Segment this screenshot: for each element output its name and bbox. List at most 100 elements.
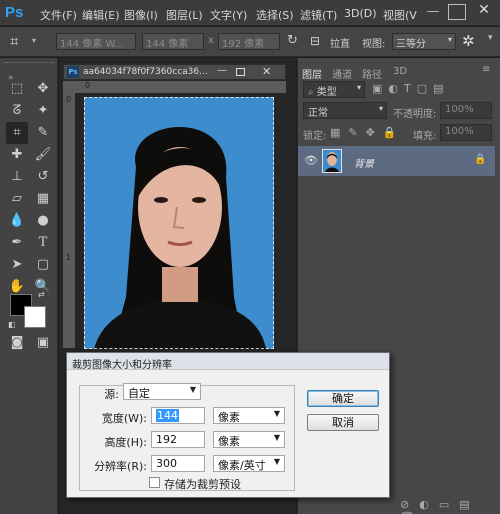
width-label: 宽度(W): <box>101 412 147 425</box>
crop-height-input[interactable]: 192 像素 <box>218 33 280 50</box>
crop-tool-icon[interactable]: ⌗ <box>10 32 18 50</box>
chevron-down-icon: ▼ <box>273 409 280 418</box>
dialog-title: 裁剪图像大小和分辨率 <box>67 353 389 371</box>
screen-mode-icon[interactable]: ▣ <box>32 332 54 354</box>
layer-name: 背景 <box>354 159 374 170</box>
straighten-icon[interactable]: ⊟ <box>310 34 320 48</box>
type-tool-icon[interactable]: T <box>32 232 54 254</box>
panel-menu-icon[interactable]: ≡ <box>482 64 490 75</box>
default-colors-icon[interactable]: ◧ <box>8 320 16 329</box>
dimension-separator: x <box>208 35 214 46</box>
fill-input[interactable]: 100% <box>440 124 492 141</box>
doc-minimize-icon[interactable]: — <box>217 65 227 76</box>
view-overlay-select[interactable]: 三等分 ▾ <box>392 33 456 50</box>
crop-size-resolution-dialog: 裁剪图像大小和分辨率 源: 自定 ▼ 宽度(W): 144 像素 ▼ 高度(H)… <box>66 352 390 498</box>
menu-layer[interactable]: 图层(L) <box>166 7 203 23</box>
eraser-tool-icon[interactable]: ▱ <box>6 188 28 210</box>
straighten-label[interactable]: 拉直 <box>330 35 350 50</box>
quick-mask-icon[interactable]: ◙ <box>6 332 28 354</box>
tab-paths[interactable]: 路径 <box>362 66 382 81</box>
menu-type[interactable]: 文字(Y) <box>210 7 247 23</box>
document-title: aa64034f78f0f7360cca36... <box>83 67 208 77</box>
brush-tool-icon[interactable]: 🖌 <box>32 144 54 166</box>
chevron-down-icon[interactable]: ▾ <box>488 33 493 43</box>
doc-maximize-icon[interactable] <box>236 68 245 76</box>
ps-document-icon: Ps <box>67 66 79 78</box>
close-icon[interactable]: ✕ <box>474 2 494 20</box>
path-selection-tool-icon[interactable]: ➤ <box>6 254 28 276</box>
clone-stamp-tool-icon[interactable]: ⊥ <box>6 166 28 188</box>
chevron-down-icon[interactable]: ▾ <box>32 36 36 45</box>
menu-edit[interactable]: 编辑(E) <box>82 7 120 23</box>
document-tab[interactable]: Ps aa64034f78f0f7360cca36... — ✕ <box>63 64 286 80</box>
maximize-icon[interactable] <box>448 4 466 20</box>
eyedropper-tool-icon[interactable]: ✎ <box>32 122 54 144</box>
width-unit-select[interactable]: 像素 ▼ <box>213 407 285 424</box>
minimize-icon[interactable]: — <box>424 4 442 20</box>
ok-button[interactable]: 确定 <box>307 390 379 407</box>
height-unit-select[interactable]: 像素 ▼ <box>213 431 285 448</box>
ruler-mark: 0 <box>85 81 91 90</box>
magic-wand-tool-icon[interactable]: ✦ <box>32 100 54 122</box>
dodge-tool-icon[interactable]: ● <box>32 210 54 232</box>
lock-icon: 🔒 <box>474 154 487 165</box>
doc-close-icon[interactable]: ✕ <box>262 65 271 78</box>
menu-3d[interactable]: 3D(D) <box>344 7 377 20</box>
height-input[interactable]: 192 <box>151 431 205 448</box>
crop-bounding-box[interactable] <box>84 97 274 349</box>
view-label: 视图: <box>362 39 386 50</box>
chevron-down-icon: ▼ <box>189 385 196 394</box>
canvas-photo[interactable] <box>84 97 274 349</box>
source-label: 源: <box>104 388 119 401</box>
opacity-input[interactable]: 100% <box>440 102 492 119</box>
lock-icons[interactable]: ▦✎✥🔒 <box>330 126 405 139</box>
layer-filter-select[interactable]: ⌕ 类型 ▾ <box>303 81 365 98</box>
rotate-icon[interactable]: ↻ <box>287 33 298 48</box>
crop-preset-select[interactable]: 144 像素 W... <box>56 33 136 50</box>
tab-layers[interactable]: 图层 <box>302 66 322 81</box>
menu-view[interactable]: 视图(V <box>383 7 417 23</box>
blend-mode-select[interactable]: 正常 ▾ <box>303 102 387 119</box>
layer-thumbnail-image <box>325 152 339 172</box>
toolbar-grip <box>4 62 54 64</box>
blend-mode-value: 正常 <box>308 108 328 119</box>
photoshop-logo: Ps <box>5 4 24 21</box>
layer-filter-icons[interactable]: ▣◐T▢▤ <box>372 82 450 95</box>
save-preset-label[interactable]: 存储为裁剪预设 <box>164 476 241 492</box>
resolution-unit-select[interactable]: 像素/英寸 ▼ <box>213 455 285 472</box>
menu-select[interactable]: 选择(S) <box>256 7 294 23</box>
background-color-swatch[interactable] <box>24 306 46 328</box>
resolution-unit-value: 像素/英寸 <box>218 459 266 472</box>
width-input[interactable]: 144 <box>151 407 205 424</box>
resolution-input[interactable]: 300 <box>151 455 205 472</box>
move-tool-icon[interactable]: ✥ <box>32 78 54 100</box>
rectangle-tool-icon[interactable]: ▢ <box>32 254 54 276</box>
lock-label: 锁定: <box>303 131 327 142</box>
gear-icon[interactable]: ✲ <box>462 32 475 50</box>
marquee-tool-icon[interactable]: ⬚ <box>6 78 28 100</box>
layer-row-background[interactable]: 👁 背景 🔒 <box>298 146 495 176</box>
cancel-button[interactable]: 取消 <box>307 414 379 431</box>
source-select[interactable]: 自定 ▼ <box>123 383 201 400</box>
menu-file[interactable]: 文件(F) <box>40 7 77 23</box>
lasso-tool-icon[interactable]: ᘔ <box>6 100 28 122</box>
layer-panel-footer-icons[interactable]: ⊘◐▭▤🗑 <box>400 498 500 514</box>
save-preset-checkbox[interactable] <box>149 477 160 488</box>
eye-icon[interactable]: 👁 <box>304 154 318 167</box>
tab-3d[interactable]: 3D <box>393 66 407 77</box>
menu-filter[interactable]: 滤镜(T) <box>300 7 337 23</box>
menu-image[interactable]: 图像(I) <box>124 7 158 23</box>
blur-tool-icon[interactable]: 💧 <box>6 210 28 232</box>
tab-channels[interactable]: 通道 <box>332 66 352 81</box>
options-bar: ⌗ ▾ 144 像素 W... 144 像素 x 192 像素 ↻ ⊟ 拉直 视… <box>0 27 500 57</box>
horizontal-ruler: 0 <box>63 81 286 93</box>
crop-tool-icon[interactable]: ⌗ <box>6 122 28 144</box>
swap-colors-icon[interactable]: ⇄ <box>38 290 45 299</box>
crop-width-input[interactable]: 144 像素 <box>142 33 204 50</box>
history-brush-tool-icon[interactable]: ↺ <box>32 166 54 188</box>
ruler-mark: 1 <box>66 253 72 262</box>
healing-brush-tool-icon[interactable]: ✚ <box>6 144 28 166</box>
pen-tool-icon[interactable]: ✒ <box>6 232 28 254</box>
tools-panel: » ⬚ ✥ ᘔ ✦ ⌗ ✎ ✚ 🖌 ⊥ ↺ ▱ ▦ 💧 ● ✒ T ➤ ▢ ✋ … <box>0 58 58 514</box>
gradient-tool-icon[interactable]: ▦ <box>32 188 54 210</box>
